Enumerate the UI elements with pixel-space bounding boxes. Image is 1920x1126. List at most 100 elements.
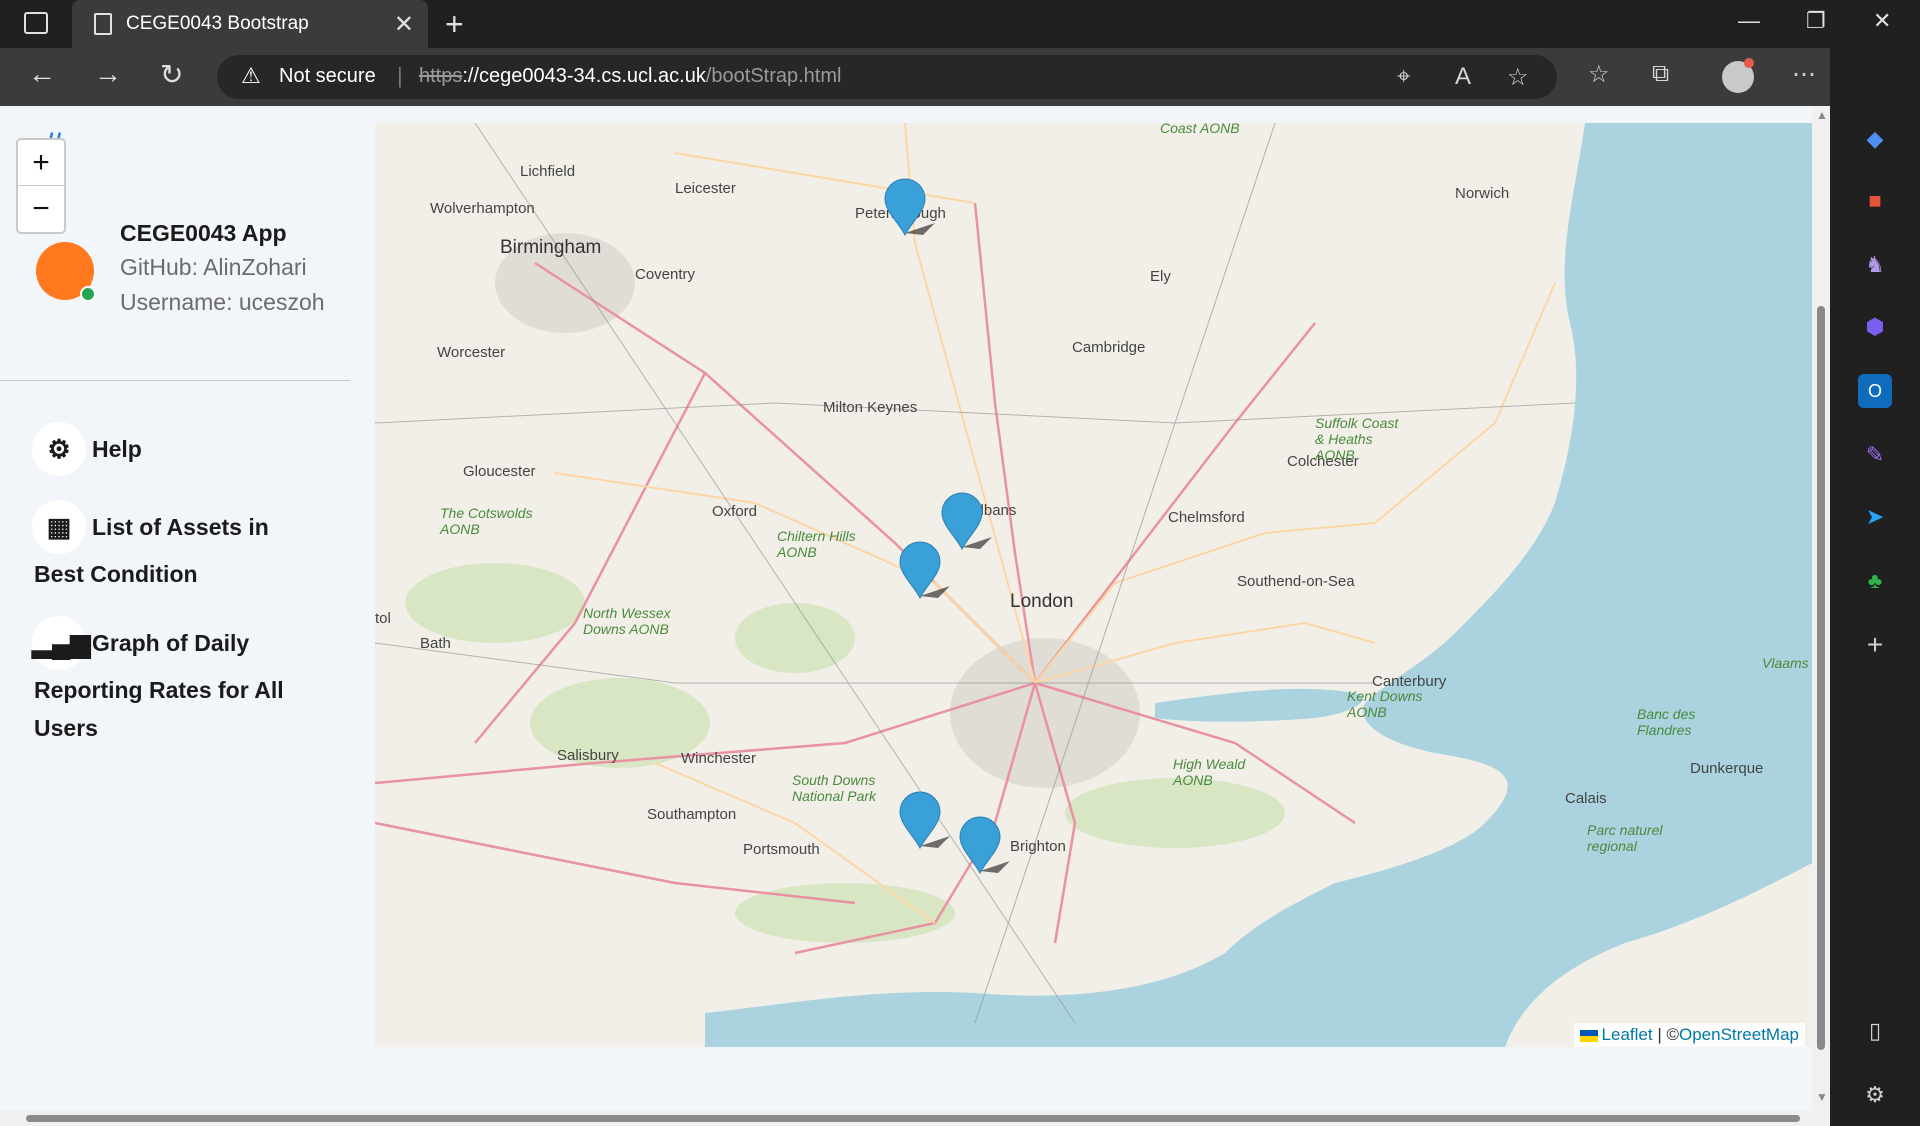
map-marker-pin[interactable] [899, 541, 941, 600]
rail-line [474, 123, 1076, 1024]
split-view-icon[interactable]: ▯ [1858, 1014, 1892, 1048]
rail-line [375, 642, 1375, 684]
park-area [1065, 778, 1285, 848]
map-label-cotswolds-aonb: The Cotswolds AONB [439, 505, 533, 537]
restore-icon[interactable]: ❐ [1806, 8, 1826, 34]
map-label-southampton: Southampton [647, 806, 736, 823]
menu-item-label: Help [92, 436, 142, 462]
favorites-icon[interactable]: ☆ [1588, 60, 1610, 89]
map-marker[interactable] [959, 816, 1010, 875]
toolbox-icon[interactable]: ■ [1858, 184, 1892, 218]
map-label-milton-keynes: Milton Keynes [823, 399, 917, 416]
map-label-calais: Calais [1565, 790, 1607, 807]
map-label-southend: Southend-on-Sea [1237, 573, 1355, 590]
url-path: /bootStrap.html [705, 65, 842, 87]
map-label-portsmouth: Portsmouth [743, 841, 820, 858]
scroll-up-icon[interactable]: ▲ [1816, 108, 1828, 122]
settings-icon[interactable]: ⚙ [1858, 1078, 1892, 1112]
park-area [735, 603, 855, 673]
map-attribution: Leaflet | ©OpenStreetMap [1573, 1023, 1805, 1047]
map-label-chelmsford: Chelmsford [1168, 509, 1245, 526]
map-label-coast-aonb: Coast AONB [1160, 123, 1240, 136]
map-label-oxford: Oxford [712, 503, 757, 520]
menu-item-best-condition[interactable]: ▦ List of Assets in Best Condition [32, 500, 304, 592]
horizontal-scrollbar[interactable] [0, 1110, 1830, 1126]
ukraine-flag-icon [1579, 1029, 1598, 1042]
map-label-norwich: Norwich [1455, 185, 1509, 202]
forward-icon[interactable]: → [94, 58, 122, 90]
add-favorite-icon[interactable]: ☆ [1507, 63, 1529, 92]
send-icon[interactable]: ➤ [1858, 500, 1892, 534]
security-label[interactable]: Not secure [279, 65, 376, 88]
page-content: # + − CEGE0043 App GitHub: AlinZohari Us… [0, 106, 1812, 1110]
map[interactable]: Lichfield Leicester Wolverhampton Peterb… [375, 123, 1812, 1047]
attribution-separator: | © [1652, 1025, 1679, 1044]
map-label-leicester: Leicester [675, 180, 736, 197]
reload-icon[interactable]: ↻ [160, 58, 183, 91]
osm-link[interactable]: OpenStreetMap [1679, 1025, 1799, 1044]
thames-estuary [1155, 688, 1363, 722]
map-marker-pin[interactable] [941, 492, 983, 551]
url-field[interactable]: ⚠ Not secure | https://cege0043-34.cs.uc… [217, 55, 1557, 99]
zoom-out-button[interactable]: − [18, 186, 64, 231]
browser-tab[interactable]: CEGE0043 Bootstrap ✕ [72, 0, 428, 48]
map-marker-pin[interactable] [959, 816, 1001, 875]
map-label-ely: Ely [1150, 268, 1171, 285]
map-label-high-weald-aonb: High Weald AONB [1172, 756, 1246, 788]
map-label-cambridge: Cambridge [1072, 339, 1145, 356]
location-icon[interactable]: ⌖ [1397, 63, 1411, 91]
park-area [405, 563, 585, 643]
table-icon: ▦ [32, 500, 86, 554]
vertical-scroll-thumb[interactable] [1817, 306, 1825, 1050]
vertical-scrollbar[interactable]: ▲ ▼ [1812, 106, 1830, 1110]
designer-icon[interactable]: ✎ [1858, 438, 1892, 472]
map-label-wolverhampton: Wolverhampton [430, 200, 535, 217]
map-marker[interactable] [899, 791, 950, 850]
horizontal-scroll-thumb[interactable] [26, 1115, 1800, 1122]
map-label-worcester: Worcester [437, 344, 505, 361]
chess-icon[interactable]: ♞ [1858, 248, 1892, 282]
minimize-icon[interactable]: — [1738, 8, 1760, 34]
map-label-dunkerque: Dunkerque [1690, 760, 1763, 777]
url-separator: | [397, 63, 403, 88]
map-label-brighton: Brighton [1010, 838, 1066, 855]
map-label-bath: Bath [420, 635, 451, 652]
map-zoom-control: + − [16, 138, 66, 234]
new-tab-icon[interactable]: + [445, 6, 464, 43]
menu-item-daily-graph[interactable]: ▂▄▆Graph of Daily Reporting Rates for Al… [32, 616, 304, 746]
read-aloud-icon[interactable]: A [1455, 63, 1471, 91]
zoom-in-button[interactable]: + [18, 140, 64, 186]
menu-item-help[interactable]: ⚙ Help [32, 422, 334, 476]
collections-icon[interactable]: ⧉ [1652, 60, 1669, 88]
map-marker-pin[interactable] [884, 178, 926, 237]
map-label-winchester: Winchester [681, 750, 756, 767]
edge-sidebar: ◆ ■ ♞ ⬢ O ✎ ➤ ♣ + ▯ ⚙ [1830, 48, 1920, 1126]
map-label-tol: tol [375, 610, 391, 627]
leaflet-link[interactable]: Leaflet [1602, 1025, 1653, 1044]
tag-icon[interactable]: ◆ [1858, 122, 1892, 156]
rail-line [974, 123, 1276, 1024]
map-label-salisbury: Salisbury [557, 747, 619, 764]
more-options-icon[interactable]: ⋯ [1792, 60, 1816, 89]
map-marker[interactable] [899, 541, 950, 600]
back-icon[interactable]: ← [28, 58, 56, 90]
close-window-icon[interactable]: ✕ [1873, 8, 1891, 34]
scroll-down-icon[interactable]: ▼ [1816, 1090, 1828, 1104]
address-bar: ← → ↻ ⚠ Not secure | https://cege0043-34… [0, 48, 1920, 106]
tab-actions-icon[interactable] [24, 12, 48, 34]
map-tiles: Lichfield Leicester Wolverhampton Peterb… [375, 123, 1812, 1047]
url-text[interactable]: https://cege0043-34.cs.ucl.ac.uk/bootStr… [419, 65, 841, 88]
add-icon[interactable]: + [1858, 628, 1892, 662]
page-icon [94, 13, 112, 35]
map-marker-pin[interactable] [899, 791, 941, 850]
map-label-lichfield: Lichfield [520, 163, 575, 180]
map-label-vlaams-banken: Vlaams Banken [1762, 655, 1812, 671]
close-tab-icon[interactable]: ✕ [394, 10, 414, 39]
outlook-icon[interactable]: O [1858, 374, 1892, 408]
url-scheme: https [419, 65, 463, 87]
profile-notification-dot [1744, 58, 1754, 68]
tree-icon[interactable]: ♣ [1858, 564, 1892, 598]
map-label-coventry: Coventry [635, 266, 696, 283]
browser-tab-strip: CEGE0043 Bootstrap ✕ + — ❐ ✕ [0, 0, 1920, 48]
copilot-icon[interactable]: ⬢ [1858, 310, 1892, 344]
